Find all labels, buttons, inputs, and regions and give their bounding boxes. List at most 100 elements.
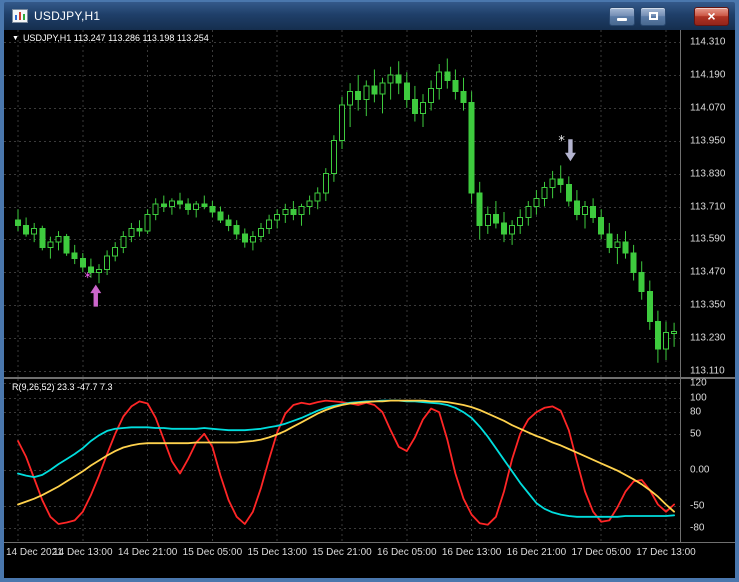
candle xyxy=(444,71,451,81)
candle xyxy=(403,82,410,101)
window-title: USDJPY,H1 xyxy=(34,9,101,23)
candle xyxy=(622,241,629,254)
candle xyxy=(533,197,540,208)
candle xyxy=(193,203,200,210)
time-axis-label: 14 Dec 21:00 xyxy=(117,547,178,558)
titlebar[interactable]: USDJPY,H1 × xyxy=(4,2,735,30)
candle xyxy=(168,200,175,208)
sell-star[interactable]: * xyxy=(558,134,565,149)
candle xyxy=(233,225,240,235)
candle xyxy=(436,71,443,90)
candle xyxy=(63,236,70,254)
time-axis-label: 15 Dec 05:00 xyxy=(182,547,243,558)
price-axis-label: 113.830 xyxy=(690,168,726,180)
candle xyxy=(663,332,669,350)
price-axis-label: 113.710 xyxy=(690,201,726,212)
time-axis[interactable]: 14 Dec 2021 14 Dec 13:00 14 Dec 21:00 15 De… xyxy=(4,543,735,578)
main-chart-canvas[interactable]: ** xyxy=(4,30,680,377)
chevron-down-icon[interactable]: ▼ xyxy=(12,34,19,43)
price-axis-label: 113.230 xyxy=(690,332,726,344)
candle xyxy=(144,214,151,232)
price-axis-label: 113.350 xyxy=(690,299,726,311)
candle xyxy=(371,85,378,95)
candle xyxy=(549,178,556,188)
candle xyxy=(15,219,21,227)
candle xyxy=(347,90,354,106)
candle xyxy=(468,101,475,194)
candle xyxy=(55,236,62,243)
indicator-axis[interactable]: 120 100 80 50 0.00 -50 -80 xyxy=(681,377,735,542)
sell-arrow[interactable] xyxy=(564,139,576,162)
candle xyxy=(23,225,30,235)
candle xyxy=(452,79,459,92)
candle xyxy=(266,219,273,229)
minimize-button[interactable] xyxy=(609,6,635,26)
candle xyxy=(120,236,127,249)
maximize-button[interactable] xyxy=(640,6,666,26)
candle xyxy=(241,233,248,243)
candle xyxy=(355,90,362,101)
candle xyxy=(258,227,264,238)
candle xyxy=(249,236,256,243)
candle xyxy=(460,90,467,103)
candle xyxy=(298,206,305,216)
time-axis-label: 15 Dec 21:00 xyxy=(312,547,372,558)
candle xyxy=(614,241,621,249)
indicator-axis-label: 0.00 xyxy=(690,464,710,476)
candle xyxy=(525,206,532,218)
price-axis-label: 114.190 xyxy=(690,69,726,81)
candle xyxy=(638,271,645,292)
candle xyxy=(104,255,111,271)
candle xyxy=(282,208,289,216)
candle xyxy=(322,173,329,194)
candle xyxy=(314,192,321,202)
price-axis-label: 113.470 xyxy=(690,266,726,278)
candle xyxy=(31,227,38,235)
candle xyxy=(47,241,54,249)
candle xyxy=(411,99,418,114)
maximize-icon xyxy=(648,12,658,20)
chart-window-icon xyxy=(12,9,28,23)
candle xyxy=(517,216,524,227)
window-controls: × xyxy=(604,6,729,26)
candle xyxy=(96,269,102,273)
candle xyxy=(565,184,572,202)
candle xyxy=(387,74,394,84)
indicator-label: R(9,26,52) 23.3 -47.7 7.3 xyxy=(12,382,113,392)
close-button[interactable]: × xyxy=(694,6,729,26)
candle xyxy=(39,227,46,249)
candle xyxy=(428,88,435,103)
candle xyxy=(630,252,637,273)
candle xyxy=(339,104,345,142)
buy-arrow[interactable] xyxy=(90,284,102,307)
candle xyxy=(379,82,386,95)
mt4-chart-window: USDJPY,H1 × ▼ USDJPY,H1 113.247 113.286 … xyxy=(0,0,739,582)
price-axis-label: 113.110 xyxy=(690,365,725,377)
candle xyxy=(363,85,370,101)
candle xyxy=(541,186,548,199)
candle xyxy=(476,192,483,227)
candle xyxy=(71,252,78,260)
candle xyxy=(201,203,208,208)
time-axis-label: 14 Dec 13:00 xyxy=(53,547,113,558)
candle xyxy=(112,247,119,257)
candle xyxy=(274,214,281,221)
candle xyxy=(160,203,167,208)
indicator-axis-label: 80 xyxy=(690,406,702,418)
price-axis[interactable]: 114.310 114.190 114.070 113.950 113.830 113.7… xyxy=(681,30,735,377)
indicator-axis-label: 50 xyxy=(690,428,702,440)
candle xyxy=(306,200,313,208)
candle xyxy=(225,219,232,227)
candle xyxy=(492,214,499,224)
candle xyxy=(557,178,564,186)
time-axis-label: 15 Dec 13:00 xyxy=(247,547,307,558)
buy-star[interactable]: * xyxy=(84,271,91,286)
price-axis-label: 114.070 xyxy=(690,102,726,114)
candle xyxy=(646,290,653,323)
candle xyxy=(501,222,507,235)
price-axis-label: 113.590 xyxy=(690,233,726,245)
symbol-ohlc-text: USDJPY,H1 113.247 113.286 113.198 113.25… xyxy=(22,33,209,43)
candle xyxy=(177,200,183,205)
indicator-axis-label: 120 xyxy=(690,377,707,389)
indicator-canvas[interactable] xyxy=(4,379,680,542)
